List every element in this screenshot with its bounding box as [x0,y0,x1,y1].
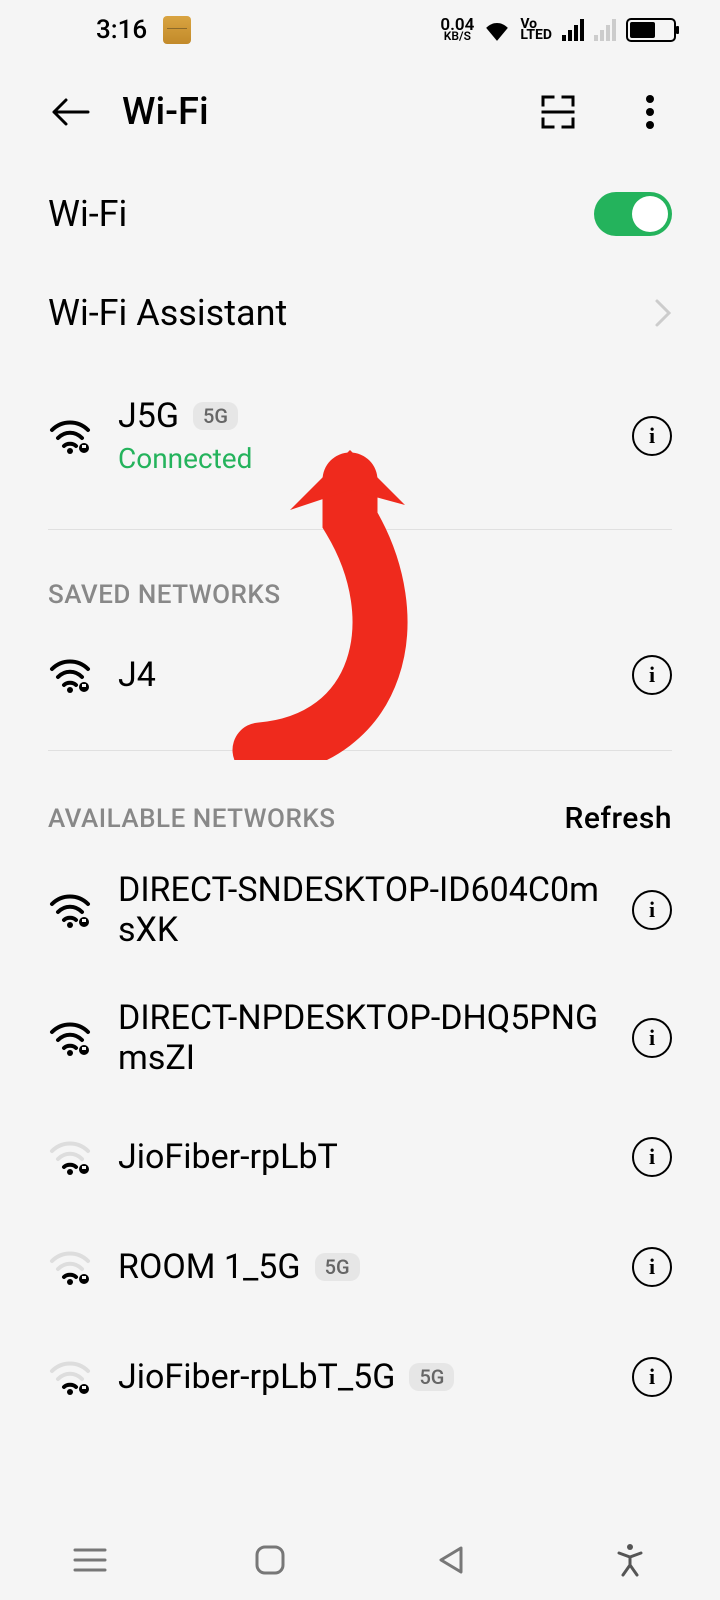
scan-qr-button[interactable] [536,90,580,134]
available-network-row[interactable]: JioFiber-rpLbT i [0,1102,720,1212]
signal-bars-secondary [594,19,616,41]
available-networks-header: AVAILABLE NETWORKS Refresh [0,771,720,846]
volte-indicator: VoLTED [520,19,552,41]
available-network-row[interactable]: DIRECT-SNDESKTOP-ID604C0msXK i [0,846,720,974]
wifi-toggle-switch[interactable] [594,192,672,236]
saved-networks-header: SAVED NETWORKS [0,550,720,620]
wifi-signal-icon [48,1139,92,1175]
wifi-assistant-label: Wi-Fi Assistant [48,292,654,334]
chevron-right-icon [654,298,672,328]
band-badge: 5G [193,402,238,430]
divider [48,529,672,530]
back-button[interactable] [48,90,92,134]
connected-status: Connected [118,442,606,475]
network-info-button[interactable]: i [632,416,672,456]
band-badge: 5G [409,1363,454,1391]
wifi-signal-icon [48,892,92,928]
wifi-toggle-row[interactable]: Wi-Fi [0,164,720,264]
network-info-button[interactable]: i [632,890,672,930]
network-info-button[interactable]: i [632,1247,672,1287]
nav-home-button[interactable] [248,1538,292,1582]
available-network-name: JioFiber-rpLbT_5G [118,1357,395,1397]
refresh-button[interactable]: Refresh [564,801,672,836]
available-network-name: JioFiber-rpLbT [118,1137,338,1177]
nav-recent-button[interactable] [68,1538,112,1582]
wifi-status-icon [484,19,510,41]
wifi-signal-icon [48,1020,92,1056]
network-info-button[interactable]: i [632,1137,672,1177]
app-bar: Wi-Fi [0,60,720,164]
available-network-row[interactable]: ROOM 1_5G 5G i [0,1212,720,1322]
nav-accessibility-button[interactable] [608,1538,652,1582]
battery-icon [626,18,676,42]
wifi-toggle-label: Wi-Fi [48,193,594,235]
data-speed-indicator: 0.04KB/S [440,20,474,40]
available-network-name: ROOM 1_5G [118,1247,301,1287]
page-title: Wi-Fi [122,90,506,134]
available-network-row[interactable]: JioFiber-rpLbT_5G 5G i [0,1322,720,1432]
signal-bars-primary [562,19,584,41]
network-info-button[interactable]: i [632,655,672,695]
saved-network-row[interactable]: J4 i [0,620,720,730]
saved-network-name: J4 [118,655,156,695]
wifi-signal-icon [48,1359,92,1395]
nav-bar [0,1520,720,1600]
status-time: 3:16 [96,15,147,45]
app-notification-icon [163,16,191,44]
connected-network-name: J5G [118,396,179,436]
nav-back-button[interactable] [428,1538,472,1582]
available-network-row[interactable]: DIRECT-NPDESKTOP-DHQ5PNGmsZI i [0,974,720,1102]
network-info-button[interactable]: i [632,1357,672,1397]
network-info-button[interactable]: i [632,1018,672,1058]
overflow-menu-button[interactable] [628,90,672,134]
wifi-signal-icon [48,418,92,454]
divider [48,750,672,751]
available-network-name: DIRECT-SNDESKTOP-ID604C0msXK [118,870,606,950]
connected-network-row[interactable]: J5G 5G Connected i [0,362,720,509]
wifi-signal-icon [48,1249,92,1285]
wifi-assistant-row[interactable]: Wi-Fi Assistant [0,264,720,362]
status-bar: 3:16 0.04KB/S VoLTED [0,0,720,60]
available-network-name: DIRECT-NPDESKTOP-DHQ5PNGmsZI [118,998,606,1078]
wifi-signal-icon [48,657,92,693]
band-badge: 5G [315,1253,360,1281]
